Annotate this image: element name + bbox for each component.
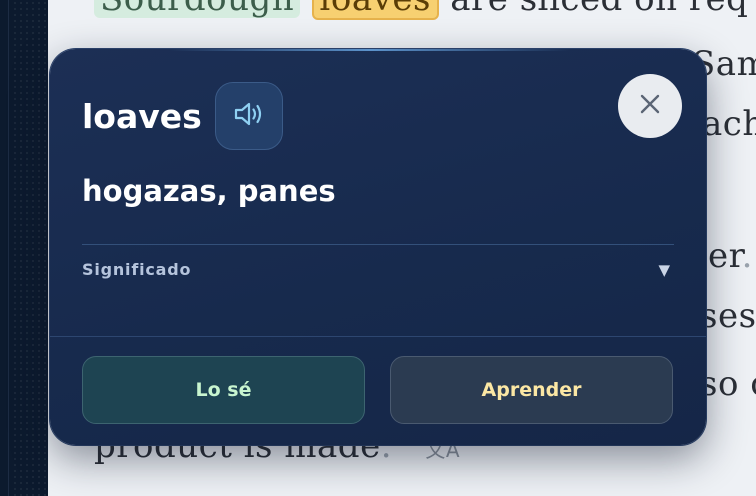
learn-button[interactable]: Aprender [390,356,673,424]
highlight-word-loaves[interactable]: loaves [311,0,439,20]
article-fragment-ach: ach [702,104,756,144]
know-button[interactable]: Lo sé [82,356,365,424]
highlight-word-sourdough[interactable]: Sourdough [94,0,301,18]
article-fragment-er: er. [708,236,753,276]
meaning-toggle[interactable]: Significado ▼ [82,260,674,284]
popup-translation: hogazas, panes [82,174,336,208]
article-line-1-rest: are sliced on req [450,0,748,19]
left-sidebar-strip [0,0,48,496]
meaning-label: Significado [82,260,192,279]
speaker-icon [232,99,266,133]
article-fragment-ses: ses [700,296,756,336]
popup-word: loaves [82,97,202,136]
divider [82,244,674,245]
close-icon [639,93,661,119]
pronounce-button[interactable] [215,82,283,150]
close-button[interactable] [618,74,682,138]
word-translation-popup: loaves hogazas, panes Significado ▼ Lo s… [50,49,706,445]
article-line-1: Sourdough loaves are sliced on req [94,0,748,20]
article-fragment-so-c: so c [700,364,756,404]
chevron-down-icon: ▼ [658,261,670,279]
footer-divider [50,336,706,337]
